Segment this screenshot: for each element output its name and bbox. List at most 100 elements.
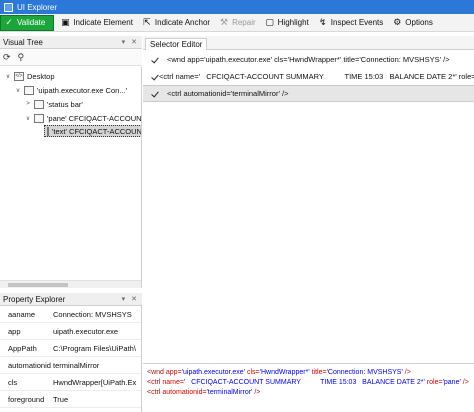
xml-token-attr: app= (165, 369, 182, 376)
chevron-down-icon[interactable]: ∨ (4, 73, 12, 80)
inspect-events-button[interactable]: ↯ Inspect Events (315, 15, 386, 31)
property-value: Connection: MVSHSYS (53, 309, 132, 319)
indicate-anchor-button[interactable]: ⇱ Indicate Anchor (139, 15, 213, 31)
anchor-icon: ⇱ (143, 17, 151, 27)
selector-tab-strip: Selector Editor (143, 36, 474, 50)
code-icon: </> (14, 71, 24, 81)
highlight-label: Highlight (277, 18, 309, 27)
xml-token-val: 'HwndWrapper*' (259, 369, 310, 376)
selector-editor: <wnd app='uipath.executor.exe' cls='Hwnd… (143, 50, 474, 360)
property-row[interactable]: aaname Connection: MVSHSYS (0, 306, 141, 323)
property-key: foreground (8, 394, 45, 404)
property-row[interactable]: cls HwndWrapper[UiPath.Ex (0, 374, 141, 391)
repair-icon: ⚒ (220, 17, 229, 27)
tree-node-pane[interactable]: ∨ 'pane' CFCIQACT-ACCOUNT (24, 112, 142, 124)
chevron-down-icon[interactable]: ∨ (24, 115, 32, 122)
property-value: True (53, 394, 69, 404)
selector-row[interactable]: <ctrl name=' CFCIQACT-ACCOUNT SUMMARY TI… (143, 68, 474, 85)
property-value: HwndWrapper[UiPath.Ex (53, 377, 137, 387)
xml-line: <ctrl automationid='terminalMirror' /> (147, 388, 474, 398)
tree-node-label: 'status bar' (47, 99, 83, 109)
xml-token-attr: cls= (245, 369, 260, 376)
indicate-element-icon: ▣ (61, 17, 70, 27)
xml-line: <wnd app='uipath.executor.exe' cls='Hwnd… (147, 368, 474, 378)
repair-button[interactable]: ⚒ Repair (216, 15, 259, 31)
tab-selector-editor[interactable]: Selector Editor (145, 38, 208, 50)
gear-icon: ⚙ (393, 17, 402, 27)
property-key: automationid (8, 360, 51, 370)
options-button[interactable]: ⚙ Options (389, 15, 436, 31)
property-value: terminalMirror (53, 360, 100, 370)
checkbox-checked-icon[interactable] (151, 56, 159, 64)
selector-row-text: <ctrl name=' CFCIQACT-ACCOUNT SUMMARY TI… (159, 72, 474, 81)
checkmark-icon: ✓ (5, 17, 13, 27)
property-key: cls (8, 377, 18, 387)
xml-token-attr: title= (309, 369, 327, 376)
window-icon (47, 126, 49, 136)
indicate-element-label: Indicate Element (73, 18, 133, 27)
repair-label: Repair (232, 18, 256, 27)
highlight-button[interactable]: ▢ Highlight (262, 15, 312, 31)
tree-node-desktop[interactable]: ∨ </> Desktop (4, 70, 55, 82)
property-key: AppPath (8, 343, 37, 353)
xml-token-tag: <ctrl (147, 389, 163, 396)
xml-token-tag: /> (460, 379, 469, 386)
tree-horizontal-scrollbar[interactable] (0, 280, 141, 288)
property-value: uipath.executor.exe (53, 326, 119, 336)
indicate-anchor-label: Indicate Anchor (154, 18, 211, 27)
xml-token-attr: automationid= (162, 389, 207, 396)
xml-token-val: 'terminalMirror' (206, 389, 253, 396)
selector-xml-preview[interactable]: <wnd app='uipath.executor.exe' cls='Hwnd… (143, 363, 474, 412)
property-row[interactable]: automationid terminalMirror (0, 357, 141, 374)
checkbox-checked-icon[interactable] (151, 90, 159, 98)
tree-node-label: Desktop (27, 71, 55, 81)
property-row[interactable]: AppPath C:\Program Files\UiPath\ (0, 340, 141, 357)
property-key: app (8, 326, 21, 336)
tree-node-executor[interactable]: ∨ 'uipath.executor.exe Con...' (14, 84, 127, 96)
indicate-element-button[interactable]: ▣ Indicate Element (57, 15, 136, 31)
window-icon (34, 99, 44, 109)
inspect-events-label: Inspect Events (330, 18, 384, 27)
selector-row-text: <wnd app='uipath.executor.exe' cls='Hwnd… (167, 55, 450, 64)
visual-tree-header: Visual Tree ▾ ✕ (0, 36, 142, 49)
main-toolbar: ✓ Validate ▣ Indicate Element ⇱ Indicate… (0, 14, 474, 32)
xml-token-attr: role= (424, 379, 443, 386)
tree-node-label: 'uipath.executor.exe Con...' (37, 85, 128, 95)
property-row[interactable]: app uipath.executor.exe (0, 323, 141, 340)
visual-tree-title: Visual Tree (3, 37, 43, 47)
property-key: aaname (8, 309, 36, 319)
search-icon[interactable]: ⚲ (18, 52, 25, 63)
app-icon (4, 2, 13, 12)
xml-token-attr: name= (162, 379, 184, 386)
tree-node-text[interactable]: 'text' CFCIQACT-ACCOUN (44, 125, 141, 137)
property-explorer-panel-controls[interactable]: ▾ ✕ (122, 295, 139, 303)
chevron-right-icon[interactable]: > (24, 101, 32, 107)
xml-token-val: ' CFCIQACT-ACCOUNT SUMMARY TIME 15:03 BA… (183, 379, 425, 386)
selector-row[interactable]: <ctrl automationid='terminalMirror' /> (143, 85, 474, 102)
property-explorer-title: Property Explorer (3, 294, 66, 304)
property-value: C:\Program Files\UiPath\ (53, 343, 136, 353)
validate-label: Validate (17, 18, 46, 27)
tree-node-label: 'pane' CFCIQACT-ACCOUNT (47, 113, 142, 123)
title-bar: UI Explorer (0, 0, 474, 14)
tree-node-status-bar[interactable]: > 'status bar' (24, 98, 83, 110)
xml-token-tag: /> (402, 369, 411, 376)
window-title: UI Explorer (17, 2, 58, 12)
visual-tree: ∨ </> Desktop ∨ 'uipath.executor.exe Con… (0, 67, 142, 288)
xml-token-tag: <ctrl (147, 379, 163, 386)
xml-line: <ctrl name=' CFCIQACT-ACCOUNT SUMMARY TI… (147, 378, 474, 388)
chevron-down-icon[interactable]: ∨ (14, 87, 22, 94)
selector-row-text: <ctrl automationid='terminalMirror' /> (167, 89, 289, 98)
selector-row[interactable]: <wnd app='uipath.executor.exe' cls='Hwnd… (143, 51, 474, 68)
options-label: Options (405, 18, 433, 27)
highlight-icon: ▢ (265, 17, 274, 27)
xml-token-val: 'pane' (442, 379, 461, 386)
property-explorer-header: Property Explorer ▾ ✕ (0, 293, 142, 306)
visual-tree-panel-controls[interactable]: ▾ ✕ (122, 38, 139, 46)
refresh-icon[interactable]: ⟳ (3, 52, 11, 63)
inspect-events-icon: ↯ (319, 17, 327, 27)
validate-button[interactable]: ✓ Validate (0, 14, 55, 31)
property-row[interactable]: foreground True (0, 391, 141, 408)
xml-token-tag: /> (252, 389, 261, 396)
xml-token-val: 'Connection: MVSHSYS' (326, 369, 403, 376)
